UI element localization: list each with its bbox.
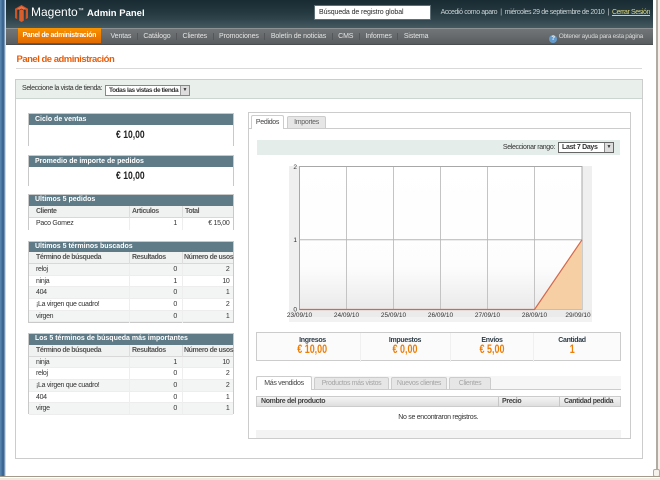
svg-text:23/09/10: 23/09/10 xyxy=(286,312,312,319)
svg-text:29/09/10: 29/09/10 xyxy=(565,312,591,319)
svg-text:28/09/10: 28/09/10 xyxy=(521,312,547,319)
svg-text:25/09/10: 25/09/10 xyxy=(380,312,406,319)
svg-text:2: 2 xyxy=(293,164,297,171)
svg-text:26/09/10: 26/09/10 xyxy=(427,312,453,319)
svg-text:27/09/10: 27/09/10 xyxy=(474,312,500,319)
svg-text:24/09/10: 24/09/10 xyxy=(333,312,359,319)
svg-text:1: 1 xyxy=(293,237,297,244)
